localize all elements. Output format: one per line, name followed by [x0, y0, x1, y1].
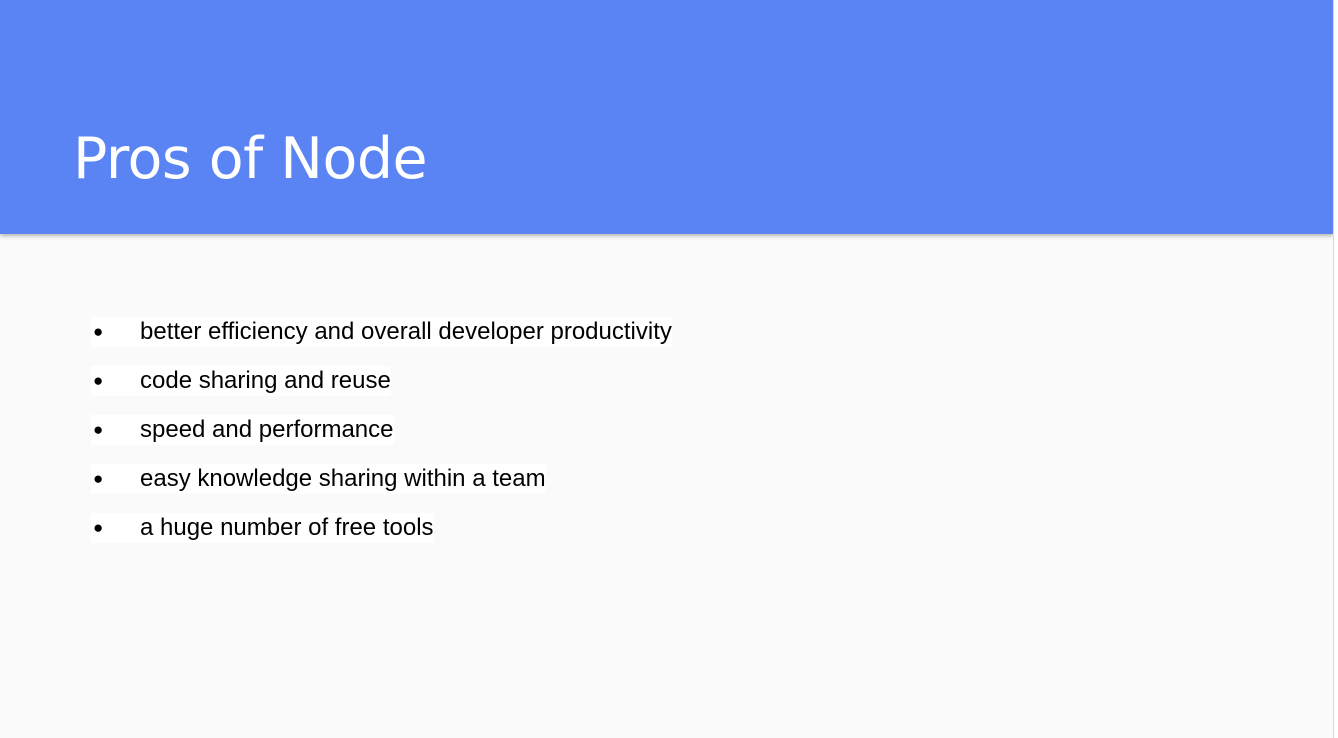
list-item: ● easy knowledge sharing within a team: [91, 454, 672, 503]
bullet-text: speed and performance: [140, 415, 394, 443]
slide-title: Pros of Node: [73, 126, 428, 192]
bullet-text: better efficiency and overall developer …: [140, 317, 672, 345]
list-item: ● code sharing and reuse: [91, 356, 672, 405]
bullet-text: code sharing and reuse: [140, 366, 391, 394]
slide: Pros of Node ● better efficiency and ove…: [0, 0, 1333, 738]
bullet-icon: ●: [93, 468, 104, 488]
bullet-highlight: ● better efficiency and overall develope…: [91, 316, 672, 347]
list-item: ● speed and performance: [91, 405, 672, 454]
bullet-highlight: ● code sharing and reuse: [91, 365, 391, 396]
bullet-icon: ●: [93, 517, 104, 537]
bullet-highlight: ● speed and performance: [91, 414, 394, 445]
page-edge: [1333, 0, 1338, 738]
bullet-icon: ●: [93, 370, 104, 390]
title-banner: Pros of Node: [0, 0, 1333, 234]
bullet-text: a huge number of free tools: [140, 513, 434, 541]
list-item: ● a huge number of free tools: [91, 503, 672, 552]
bullet-list: ● better efficiency and overall develope…: [91, 307, 672, 552]
bullet-highlight: ● a huge number of free tools: [91, 512, 434, 543]
bullet-icon: ●: [93, 419, 104, 439]
bullet-icon: ●: [93, 321, 104, 341]
list-item: ● better efficiency and overall develope…: [91, 307, 672, 356]
bullet-highlight: ● easy knowledge sharing within a team: [91, 463, 546, 494]
bullet-text: easy knowledge sharing within a team: [140, 464, 546, 492]
